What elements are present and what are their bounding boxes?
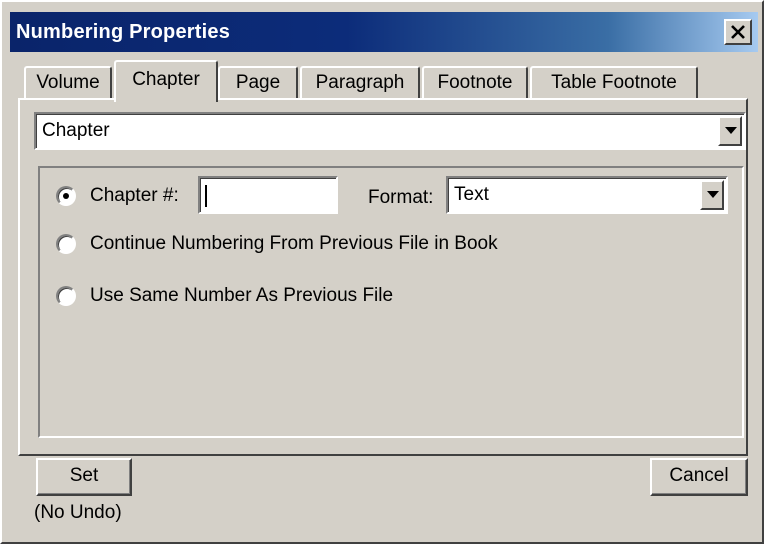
tab-label: Table Footnote <box>551 72 677 93</box>
dialog-title: Numbering Properties <box>16 21 231 43</box>
tab-label: Footnote <box>437 72 513 93</box>
close-button[interactable] <box>724 19 752 45</box>
chevron-down-icon <box>707 191 719 198</box>
tab-chapter[interactable]: Chapter <box>114 60 218 102</box>
tab-footnote[interactable]: Footnote <box>422 66 528 100</box>
tab-label: Paragraph <box>315 72 405 93</box>
title-bar[interactable]: Numbering Properties <box>10 12 758 52</box>
cancel-button-label: Cancel <box>669 465 729 486</box>
tab-paragraph[interactable]: Paragraph <box>300 66 420 100</box>
tab-label: Page <box>235 72 281 93</box>
same-number-label: Use Same Number As Previous File <box>90 285 394 306</box>
cancel-button[interactable]: Cancel <box>650 458 748 496</box>
category-dropdown-button[interactable] <box>718 116 742 146</box>
format-dropdown-button[interactable] <box>700 180 724 210</box>
same-number-radio[interactable] <box>56 286 76 306</box>
format-label: Format: <box>368 187 434 208</box>
tab-table-footnote[interactable]: Table Footnote <box>530 66 698 100</box>
chapter-number-label: Chapter #: <box>90 185 179 206</box>
tab-label: Volume <box>36 72 100 93</box>
continue-numbering-label: Continue Numbering From Previous File in… <box>90 233 498 254</box>
numbering-properties-dialog: Numbering Properties Volume Chapter Page… <box>0 0 764 544</box>
format-select[interactable]: Text <box>446 176 728 214</box>
no-undo-note: (No Undo) <box>34 502 122 523</box>
chapter-number-input[interactable] <box>198 176 338 214</box>
tab-page[interactable]: Page <box>218 66 298 100</box>
close-icon <box>731 25 745 39</box>
tab-volume[interactable]: Volume <box>24 66 112 100</box>
format-value: Text <box>454 184 489 205</box>
numbering-category-select[interactable]: Chapter <box>34 112 746 150</box>
set-button-label: Set <box>69 465 99 486</box>
tab-label: Chapter <box>132 69 200 90</box>
radio-selected-dot <box>63 193 69 199</box>
set-button[interactable]: Set <box>36 458 132 496</box>
tab-panel-chapter <box>18 98 748 456</box>
category-value: Chapter <box>42 120 110 141</box>
text-caret <box>205 185 207 207</box>
continue-numbering-radio[interactable] <box>56 234 76 254</box>
chapter-number-radio[interactable] <box>56 186 76 206</box>
chevron-down-icon <box>725 127 737 134</box>
